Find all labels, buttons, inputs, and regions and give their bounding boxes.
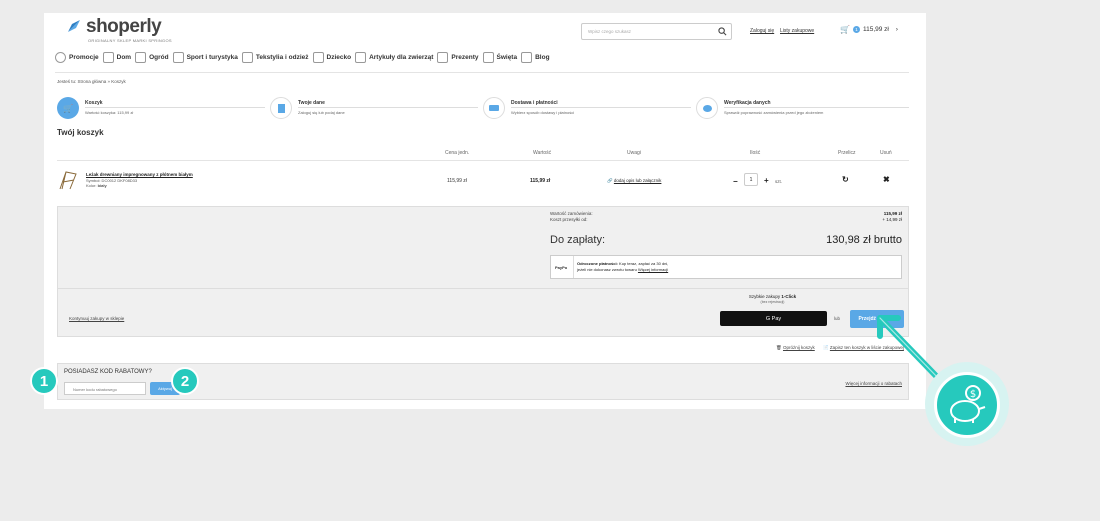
house-icon (102, 52, 114, 63)
tree-icon (482, 52, 494, 63)
document-icon (277, 103, 285, 113)
wishlist-link[interactable]: Listy zakupowe (780, 28, 814, 34)
nav-item-blog[interactable]: Blog (521, 52, 550, 63)
discount-title: POSIADASZ KOD RABATOWY? (64, 369, 152, 375)
quantity-input[interactable]: 1 (744, 173, 758, 186)
main-nav: Promocje Dom Ogród Sport i turystyka Tek… (55, 52, 550, 63)
nav-item-ogrod[interactable]: Ogród (135, 52, 169, 63)
product-thumbnail[interactable] (57, 169, 79, 191)
step-data[interactable] (270, 97, 292, 119)
step-delivery[interactable] (483, 97, 505, 119)
clear-cart-link[interactable]: 🗑 Opróżnij koszyk (776, 345, 815, 351)
nav-item-promocje[interactable]: Promocje (55, 52, 99, 63)
child-icon (312, 52, 324, 63)
table-row: Leżak drewniany impregnowany z płótnem b… (57, 163, 909, 205)
chevron-right-icon: › (895, 26, 898, 33)
step-badge-1: 1 (30, 367, 58, 395)
paw-icon (355, 52, 367, 63)
sport-icon (172, 52, 184, 63)
cart-table-header: Cena jedn. Wartość Uwagi Ilość Przelicz … (57, 149, 909, 161)
unit-price: 115,99 zł (447, 178, 467, 184)
gift-icon (437, 52, 449, 63)
checkout-steps: 🛒 Koszyk Wartość koszyka: 115,99 zł Twoj… (57, 97, 909, 121)
product-color: Kolor: biały (86, 183, 107, 188)
search-icon[interactable] (718, 27, 727, 36)
cart-icon: 🛒 (63, 103, 73, 113)
nav-item-prezenty[interactable]: Prezenty (437, 52, 479, 63)
item-value: 115,99 zł (530, 178, 551, 184)
piggy-bank-badge: $ (934, 372, 1000, 438)
qty-increase-button[interactable]: + (764, 176, 769, 185)
piggy-bank-icon: $ (950, 385, 986, 423)
note-link[interactable]: 🔗 dodaj opis lub załącznik (607, 178, 661, 184)
garden-icon (135, 52, 147, 63)
delete-icon[interactable]: ✖ (883, 175, 890, 184)
discount-code-input[interactable]: Numer kodu rabatowego (64, 382, 146, 395)
qty-decrease-button[interactable]: − (733, 177, 738, 186)
cart-icon: 🛒 (840, 25, 850, 34)
grand-total: 130,98 zł brutto (826, 234, 902, 246)
step-verify[interactable] (696, 97, 718, 119)
cart-count-badge: 1 (852, 26, 860, 33)
step-badge-2: 2 (171, 367, 199, 395)
product-name-link[interactable]: Leżak drewniany impregnowany z płótnem b… (86, 172, 193, 177)
nav-item-sport[interactable]: Sport i turystyka (172, 52, 238, 63)
promo-icon (55, 52, 66, 63)
shop-page: shoperly ORIGINALNY SKLEP MARKI SPRINGOS… (44, 13, 926, 409)
clip-icon: 🔗 (607, 178, 613, 183)
step-cart[interactable]: 🛒 (57, 97, 79, 119)
trash-icon: 🗑 (776, 345, 782, 350)
deferred-payment-box: PayPo Odroczone płatności: Kup teraz, za… (550, 255, 902, 279)
continue-shopping-link[interactable]: Kontynuuj zakupy w sklepie (69, 316, 124, 321)
nav-divider (55, 72, 909, 73)
search-input[interactable]: Wpisz czego szukasz (581, 23, 732, 40)
deferred-more-link[interactable]: Więcej informacji (638, 267, 668, 272)
nav-item-tekstylia[interactable]: Tekstylia i odzież (241, 52, 309, 63)
breadcrumb: Jesteś tu: Strona główna » Koszyk (57, 79, 126, 84)
cart-total: 115,99 zł (862, 26, 889, 33)
chat-icon (702, 104, 712, 112)
paypo-logo: PayPo (555, 265, 568, 270)
cart-summary[interactable]: 🛒 1 115,99 zł › (840, 25, 898, 34)
refresh-icon[interactable]: ↻ (842, 175, 849, 184)
truck-icon (489, 105, 499, 111)
nav-item-swieta[interactable]: Święta (482, 52, 517, 63)
rocket-icon (68, 20, 80, 32)
nav-item-dom[interactable]: Dom (102, 52, 131, 63)
blog-icon (521, 52, 533, 63)
nav-item-dziecko[interactable]: Dziecko (312, 52, 351, 63)
google-pay-button[interactable]: G Pay (720, 311, 827, 326)
order-summary: Wartość zamówienia: 115,99 zł Koszt prze… (57, 206, 909, 289)
login-link[interactable]: Zaloguj się (750, 28, 774, 34)
svg-text:$: $ (970, 389, 976, 400)
shirt-icon (241, 52, 253, 63)
checkout-bar: Kontynuuj zakupy w sklepie Szybkie zakup… (57, 289, 909, 337)
cart-title: Twój koszyk (57, 128, 104, 137)
nav-item-zwierzeta[interactable]: Artykuły dla zwierząt (355, 52, 433, 63)
document-icon: 📄 (823, 345, 829, 350)
